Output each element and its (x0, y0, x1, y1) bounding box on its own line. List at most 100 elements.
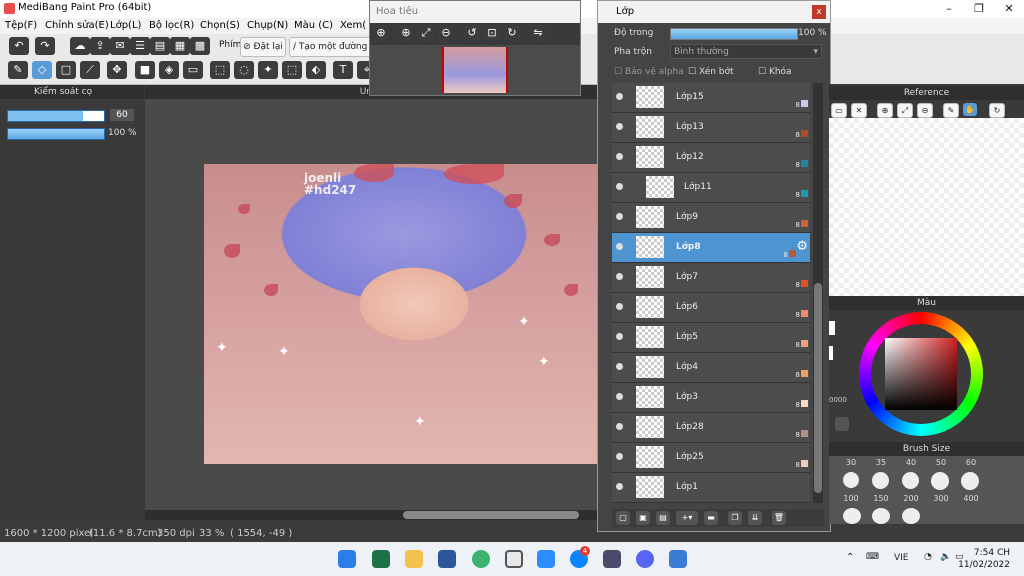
delete-icon[interactable]: 🗑 (772, 511, 786, 525)
fit-icon[interactable]: ⤢ (418, 25, 434, 41)
visibility-eye-icon[interactable] (616, 213, 623, 220)
color-picker-icon[interactable] (835, 417, 849, 431)
menu-file[interactable]: Tệp(F) (5, 20, 37, 31)
excel-icon[interactable] (372, 550, 390, 568)
chevron-up-icon[interactable]: ⌃ (846, 552, 854, 563)
calculator-icon[interactable] (603, 550, 621, 568)
redo-icon[interactable]: ↷ (35, 37, 55, 55)
rotate-left-icon[interactable]: ↺ (464, 25, 480, 41)
move-tool-icon[interactable]: ✥ (107, 61, 127, 79)
chrome-icon[interactable] (472, 550, 490, 568)
layer-vertical-scrollbar[interactable] (813, 83, 823, 503)
blend-mode-select[interactable]: Bình thường ▾ (670, 44, 822, 59)
brush-size-400[interactable]: 400 (959, 494, 983, 503)
layer-opacity-slider[interactable] (670, 28, 798, 40)
maximize-button[interactable]: ❐ (964, 0, 994, 18)
color-wheel[interactable] (859, 312, 983, 436)
layer-row[interactable]: Lớp25 8 (612, 443, 810, 473)
brush-size-value[interactable]: 60 (110, 109, 134, 121)
layer-row[interactable]: Lớp11 8 (612, 173, 810, 203)
fill-rect-icon[interactable]: ■ (135, 61, 155, 79)
zoom-out-icon[interactable]: ⊖ (438, 25, 454, 41)
reset-button[interactable]: ⊘ Đặt lại (240, 37, 286, 57)
word-icon[interactable] (438, 550, 456, 568)
zoom-icon[interactable] (537, 550, 555, 568)
background-swatch[interactable] (829, 346, 833, 360)
visibility-eye-icon[interactable] (616, 273, 623, 280)
file-explorer-icon[interactable] (405, 550, 423, 568)
close-icon[interactable]: ✕ (851, 103, 867, 118)
brush-size-60[interactable]: 60 (959, 458, 983, 467)
hand-icon[interactable]: ✋ (963, 103, 977, 116)
grid-icon[interactable]: ▩ (190, 37, 210, 55)
open-folder-icon[interactable]: ▭ (831, 103, 847, 118)
brush-size-150[interactable]: 150 (869, 494, 893, 503)
navigator-preview[interactable] (442, 47, 508, 93)
brush-size-35[interactable]: 35 (869, 458, 893, 467)
zoom-in-icon[interactable]: ⊕ (398, 25, 414, 41)
material-icon[interactable]: ▦ (170, 37, 190, 55)
new-8bit-layer-icon[interactable]: ▣ (636, 511, 650, 525)
brush-size-300[interactable]: 300 (929, 494, 953, 503)
eraser-tool-icon[interactable]: ◇ (32, 61, 52, 79)
layer-row[interactable]: Lớp8 8 ⚙ (612, 233, 810, 263)
brush-opacity-slider[interactable] (7, 128, 105, 140)
gradient-tool-icon[interactable]: ▭ (183, 61, 203, 79)
fit-icon[interactable]: ⤢ (897, 103, 913, 118)
brush-size-40[interactable]: 40 (899, 458, 923, 467)
layer-row[interactable]: Lớp13 8 (612, 113, 810, 143)
merge-icon[interactable]: ⇊ (748, 511, 762, 525)
system-clock[interactable]: 7:54 CH 11/02/2022 (958, 547, 1010, 571)
layer-row[interactable]: Lớp3 8 (612, 383, 810, 413)
menu-edit[interactable]: Chỉnh sửa(E) (45, 20, 109, 31)
cloud-icon[interactable]: ☁ (70, 37, 90, 55)
undo-icon[interactable]: ↶ (9, 37, 29, 55)
rotate-right-icon[interactable]: ↻ (504, 25, 520, 41)
menu-view[interactable]: Xem( (340, 20, 366, 31)
keyboard-icon[interactable]: ⌨ (866, 552, 879, 562)
visibility-eye-icon[interactable] (616, 153, 623, 160)
visibility-eye-icon[interactable] (616, 243, 623, 250)
layer-row[interactable]: Lớp1 (612, 473, 810, 503)
menu-snap[interactable]: Chụp(N) (247, 20, 288, 31)
reference-canvas[interactable] (829, 118, 1024, 296)
close-button[interactable]: ✕ (994, 0, 1024, 18)
visibility-eye-icon[interactable] (616, 333, 623, 340)
canvas-horizontal-scrollbar[interactable] (145, 510, 610, 520)
zoom-out-icon[interactable]: ⊖ (917, 103, 933, 118)
add-menu-icon[interactable]: +▾ (676, 511, 698, 525)
visibility-eye-icon[interactable] (616, 393, 623, 400)
layer-close-icon[interactable]: x (812, 5, 826, 19)
new-layer-icon[interactable]: ▢ (616, 511, 630, 525)
bucket-tool-icon[interactable]: ◈ (159, 61, 179, 79)
language-indicator[interactable]: VIE (894, 553, 909, 563)
layer-row[interactable]: Lớp9 8 (612, 203, 810, 233)
visibility-eye-icon[interactable] (616, 453, 623, 460)
brush-size-100[interactable]: 100 (839, 494, 863, 503)
layer-row[interactable]: Lớp4 8 (612, 353, 810, 383)
visibility-eye-icon[interactable] (616, 483, 623, 490)
volume-icon[interactable]: 🔈 (940, 552, 951, 562)
windows-start-icon[interactable] (338, 550, 356, 568)
layer-row[interactable]: Lớp12 8 (612, 143, 810, 173)
chat-icon[interactable]: ☰ (130, 37, 150, 55)
brush-size-30[interactable]: 30 (839, 458, 863, 467)
foreground-swatch[interactable] (829, 321, 835, 335)
visibility-eye-icon[interactable] (616, 423, 623, 430)
layer-row[interactable]: Lớp7 8 (612, 263, 810, 293)
rotate-icon[interactable]: ↻ (989, 103, 1005, 118)
brush-tool-icon[interactable]: ✎ (8, 61, 28, 79)
line-tool-button[interactable]: / Tạo một đường th (289, 37, 374, 57)
gear-icon[interactable]: ⚙ (796, 239, 808, 254)
zoom-in-icon[interactable]: ⊕ (877, 103, 893, 118)
minimize-button[interactable]: – (934, 0, 964, 18)
zoom-in-icon[interactable]: ⊕ (373, 25, 389, 41)
duplicate-icon[interactable]: ❐ (728, 511, 742, 525)
brush-size-slider[interactable] (7, 110, 105, 122)
scroll-thumb[interactable] (403, 511, 579, 519)
visibility-eye-icon[interactable] (616, 363, 623, 370)
eyedropper-icon[interactable]: ✎ (943, 103, 959, 118)
visibility-eye-icon[interactable] (616, 303, 623, 310)
lasso-tool-icon[interactable]: ◌ (234, 61, 254, 79)
layer-row[interactable]: Lớp5 8 (612, 323, 810, 353)
